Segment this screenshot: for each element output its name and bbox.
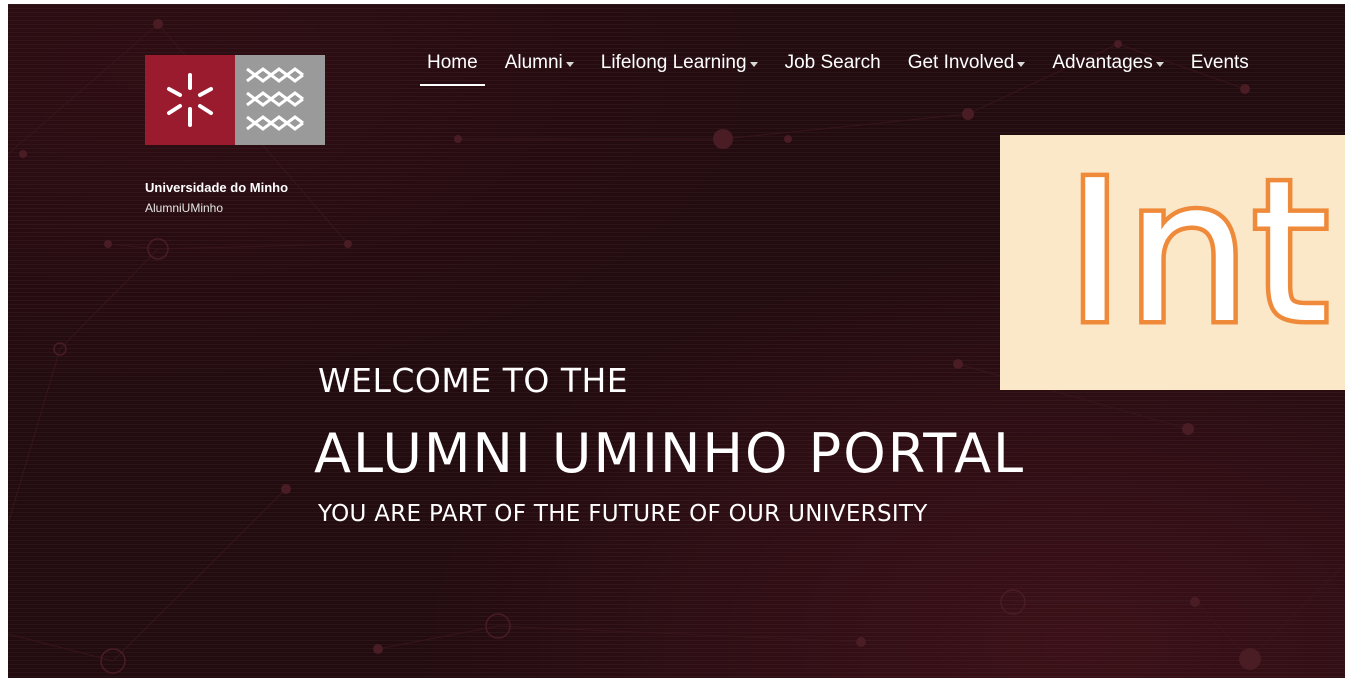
logo-emblem <box>145 55 235 145</box>
nav-item-label: Job Search <box>784 52 881 73</box>
university-name: Universidade do Minho <box>145 180 289 195</box>
promo-banner-text: Int <box>1062 139 1334 367</box>
nav-item-get-involved[interactable]: Get Involved <box>901 50 1033 86</box>
nav-item-events[interactable]: Events <box>1184 50 1256 86</box>
nav-item-alumni[interactable]: Alumni <box>498 50 581 86</box>
hero-tagline: YOU ARE PART OF THE FUTURE OF OUR UNIVER… <box>318 501 928 527</box>
nav-item-home[interactable]: Home <box>420 50 485 86</box>
caret-down-icon <box>565 61 574 67</box>
nav-item-label: Lifelong Learning <box>600 52 747 73</box>
nav-item-advantages[interactable]: Advantages <box>1045 50 1170 86</box>
main-nav: Home Alumni Lifelong Learning Job Search… <box>420 50 1269 90</box>
nav-item-job-search[interactable]: Job Search <box>778 50 888 86</box>
logo-pattern-icon <box>246 67 304 131</box>
nav-item-label: Get Involved <box>907 52 1015 73</box>
nav-item-label: Home <box>427 52 478 73</box>
hero-section: Universidade do Minho AlumniUMinho Home … <box>8 4 1345 678</box>
caret-down-icon <box>1155 61 1164 67</box>
promo-banner[interactable]: Int <box>1000 135 1345 390</box>
nav-item-label: Advantages <box>1052 52 1153 73</box>
university-logo[interactable] <box>145 55 325 145</box>
logo-pattern <box>235 55 325 145</box>
nav-item-label: Events <box>1190 52 1249 73</box>
site-subtitle: AlumniUMinho <box>145 201 224 215</box>
hero-welcome: WELCOME TO THE <box>318 361 629 400</box>
nav-item-label: Alumni <box>504 52 563 73</box>
logo-star-icon <box>167 73 213 127</box>
hero-title: ALUMNI UMINHO PORTAL <box>314 422 1026 485</box>
nav-item-lifelong-learning[interactable]: Lifelong Learning <box>594 50 765 86</box>
caret-down-icon <box>749 61 758 67</box>
caret-down-icon <box>1017 61 1026 67</box>
